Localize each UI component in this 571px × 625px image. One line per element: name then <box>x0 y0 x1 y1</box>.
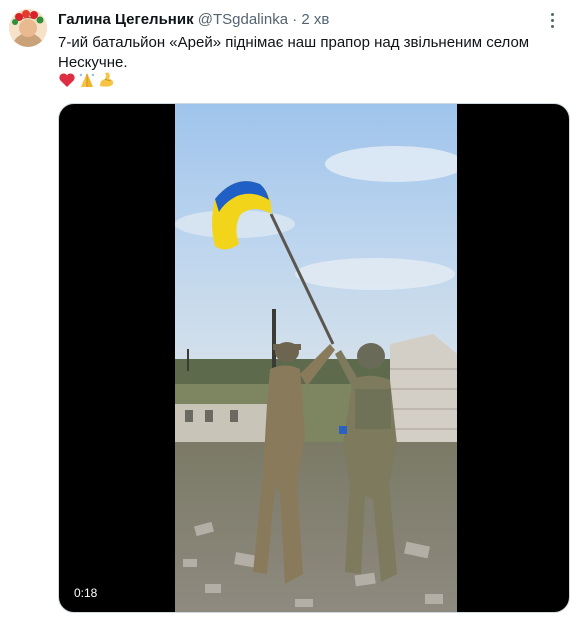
author-handle[interactable]: @TSgdalinka <box>198 11 288 28</box>
emoji-row <box>58 71 116 89</box>
tweet-header: Галина Цегельник @TSgdalinka · 2 хв <box>58 10 329 30</box>
tweet-text-line-2: Нескучне. <box>58 54 128 71</box>
video-thumbnail[interactable] <box>175 104 457 612</box>
tweet-text-line-1: 7-ий батальйон «Арей» піднімає наш прапо… <box>58 34 530 51</box>
author-avatar[interactable] <box>9 9 47 47</box>
video-still-image <box>175 104 457 612</box>
video-duration-badge: 0:18 <box>69 584 103 602</box>
tweet[interactable]: Галина Цегельник @TSgdalinka · 2 хв 7-ий… <box>0 0 571 625</box>
more-options-icon[interactable] <box>551 13 565 28</box>
folded-hands-icon <box>79 73 95 87</box>
header-separator: · <box>292 11 298 28</box>
avatar-image <box>9 9 47 47</box>
author-name[interactable]: Галина Цегельник <box>58 11 194 28</box>
red-heart-icon <box>59 73 75 87</box>
tweet-text: 7-ий батальйон «Арей» піднімає наш прапо… <box>58 33 553 73</box>
flexed-biceps-icon <box>100 72 114 87</box>
video-player[interactable]: 0:18 <box>58 103 570 613</box>
tweet-timestamp[interactable]: 2 хв <box>301 11 329 28</box>
